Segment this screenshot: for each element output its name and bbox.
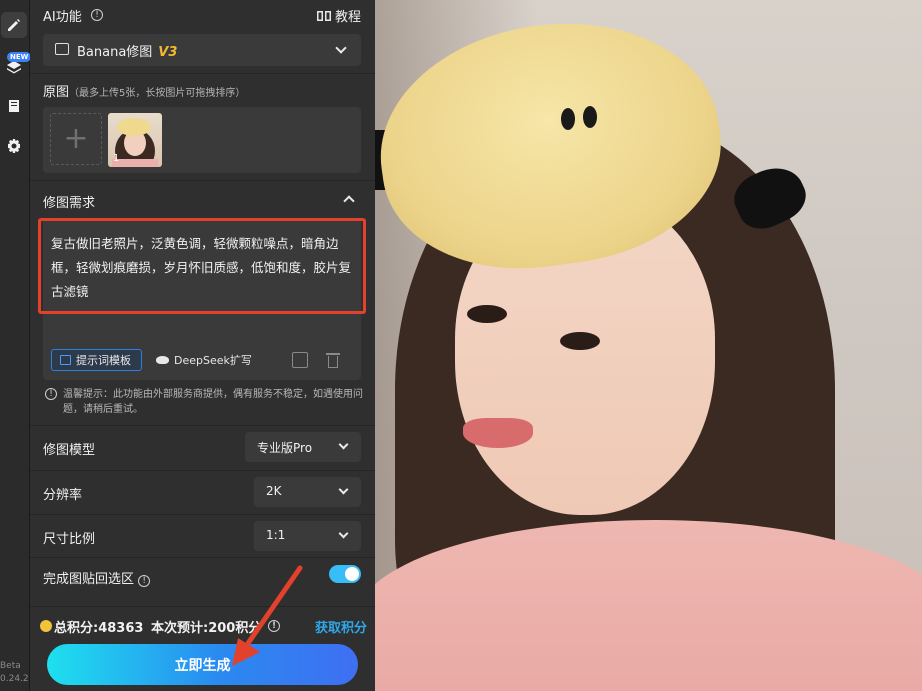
image-icon — [55, 43, 69, 55]
setting-row-paste-back: 完成图贴回选区 ! — [30, 555, 375, 599]
ratio-dropdown[interactable]: 1:1 — [254, 521, 361, 551]
prompt-template-label: 提示词模板 — [76, 354, 131, 367]
book-icon — [60, 355, 71, 365]
resolution-value: 2K — [266, 484, 282, 498]
tutorial-link[interactable]: 教程 — [316, 6, 361, 25]
divider — [30, 606, 375, 607]
warning-text: 温馨提示：此功能由外部服务商提供，偶有服务不稳定，如遇使用问题，请稍后重试。 — [63, 389, 363, 415]
info-icon[interactable]: ! — [91, 9, 103, 21]
version-label: Beta 0.24.2 — [0, 660, 30, 686]
chevron-up-icon — [343, 195, 355, 207]
trash-icon[interactable] — [325, 352, 341, 368]
divider — [30, 73, 375, 74]
paste-back-text: 完成图贴回选区 — [43, 572, 135, 587]
chevron-down-icon — [338, 528, 349, 539]
trash-lid — [326, 353, 340, 355]
requirement-header[interactable]: 修图需求 — [30, 182, 375, 216]
paste-back-label: 完成图贴回选区 ! — [43, 568, 151, 587]
deepseek-icon — [156, 356, 169, 364]
deepseek-label: DeepSeek扩写 — [174, 354, 252, 367]
pen-icon — [8, 19, 20, 31]
edit-tool-button[interactable] — [1, 12, 27, 38]
total-points: 总积分:48363 — [54, 621, 144, 636]
model-version: V3 — [158, 45, 178, 60]
model-version-dropdown[interactable]: 专业版Pro — [245, 432, 361, 462]
get-points-link[interactable]: 获取积分 — [315, 617, 367, 636]
tutorial-label: 教程 — [334, 10, 361, 25]
paste-icon[interactable] — [292, 352, 308, 368]
gear-icon — [8, 139, 20, 153]
settings-tool-button[interactable] — [1, 133, 27, 159]
lips — [463, 418, 533, 448]
highlight-annotation — [38, 218, 366, 314]
original-label: 原图（最多上传5张，长按图片可拖拽排序） — [43, 81, 245, 100]
plus-icon: + — [63, 121, 89, 156]
version-number: 0.24.2 — [0, 674, 29, 684]
model-dropdown[interactable]: Banana修图 V3 — [43, 34, 361, 66]
photo-preview — [375, 0, 922, 691]
book-icon — [9, 100, 19, 112]
requirement-title: 修图需求 — [43, 196, 96, 211]
ai-header: AI功能 ! 教程 — [30, 0, 375, 30]
new-badge: NEW — [7, 52, 32, 62]
chevron-down-icon — [338, 484, 349, 495]
trash-can — [328, 356, 338, 368]
chevron-down-icon — [335, 42, 347, 54]
resolution-dropdown[interactable]: 2K — [254, 477, 361, 507]
original-images-box: + 1 — [43, 107, 361, 173]
original-label-text: 原图 — [43, 85, 70, 100]
resolution-label: 分辨率 — [43, 488, 83, 503]
prompt-template-button[interactable]: 提示词模板 — [51, 349, 142, 371]
ai-function-title: AI功能 — [43, 10, 82, 25]
warning-notice: ! 温馨提示：此功能由外部服务商提供，偶有服务不稳定，如遇使用问题，请稍后重试。 — [43, 387, 363, 417]
deepseek-expand-button[interactable]: DeepSeek扩写 — [156, 349, 252, 371]
eye-left — [467, 305, 507, 323]
eye-right — [560, 332, 600, 350]
setting-row-model: 修图模型 专业版Pro — [30, 426, 375, 470]
chevron-down-icon — [338, 439, 349, 450]
setting-row-resolution: 分辨率 2K — [30, 471, 375, 515]
requirement-box: 复古做旧老照片，泛黄色调，轻微颗粒噪点，暗角边框，轻微划痕磨损，岁月怀旧质感，低… — [38, 218, 366, 380]
add-image-button[interactable]: + — [50, 113, 102, 165]
image-thumbnail[interactable]: 1 — [108, 113, 162, 167]
book-tool-button[interactable] — [1, 93, 27, 119]
version-beta: Beta — [0, 661, 21, 671]
model-name-text: Banana修图 — [77, 45, 153, 60]
edit-panel: AI功能 ! 教程 Banana修图 V3 原图（最多上传5张，长按图片可拖拽排序… — [30, 0, 375, 691]
setting-row-ratio: 尺寸比例 1:1 — [30, 515, 375, 559]
pink-sweater — [375, 520, 922, 691]
model-setting-label: 修图模型 — [43, 443, 96, 458]
app-root: NEW Beta 0.24.2 AI功能 ! 教程 Banana修图 V3 原图 — [0, 0, 922, 691]
coin-icon — [40, 620, 52, 632]
info-icon[interactable]: ! — [138, 575, 151, 587]
warning-info-icon: ! — [45, 388, 57, 400]
paste-back-toggle[interactable] — [329, 565, 361, 583]
red-arrow-annotation — [232, 565, 303, 666]
left-toolbar: NEW Beta 0.24.2 — [0, 0, 32, 691]
original-hint: （最多上传5张，长按图片可拖拽排序） — [69, 88, 246, 99]
headband-eye-right — [583, 106, 597, 128]
model-version-value: 专业版Pro — [257, 441, 313, 455]
thumbnail-index: 1 — [113, 153, 120, 164]
ratio-value: 1:1 — [266, 528, 286, 542]
ratio-label: 尺寸比例 — [43, 532, 96, 547]
model-name: Banana修图 V3 — [77, 41, 177, 60]
headband-eye-left — [561, 108, 575, 130]
divider — [30, 180, 375, 181]
book-open-icon — [316, 10, 331, 21]
